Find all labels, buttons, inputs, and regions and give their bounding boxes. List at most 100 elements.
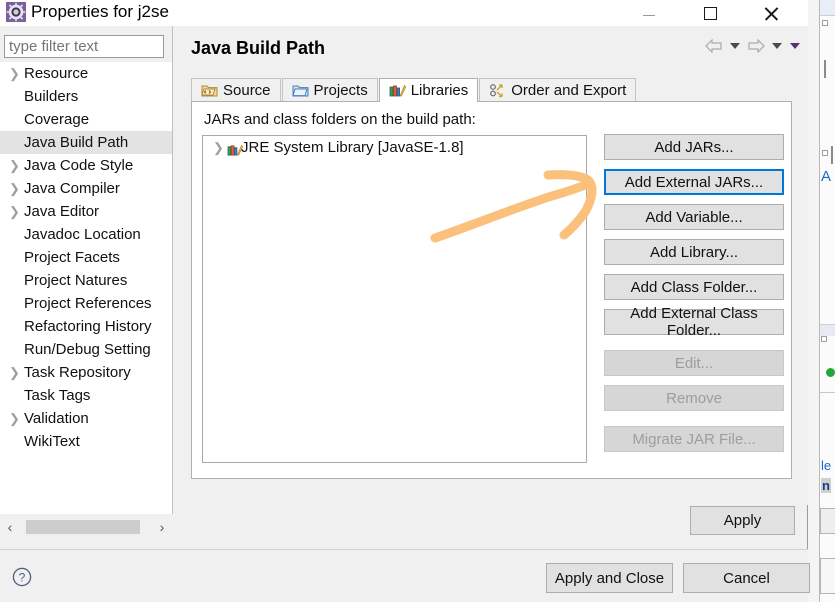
add-jars-button[interactable]: Add JARs... — [604, 134, 784, 160]
navigation-controls — [704, 36, 802, 56]
tab-order-and-export[interactable]: Order and Export — [479, 78, 637, 102]
panel-label: JARs and class folders on the build path… — [204, 111, 476, 128]
scroll-right-icon[interactable]: › — [152, 517, 172, 537]
scrollbar-thumb[interactable] — [26, 520, 140, 534]
background-bar-2 — [831, 146, 833, 164]
tab-source[interactable]: Source — [191, 78, 281, 102]
sidebar-item-label: Resource — [24, 65, 89, 82]
tab-label: Projects — [313, 82, 368, 99]
library-action-buttons: Add JARs... Add External JARs... Add Varia… — [604, 134, 784, 461]
view-menu-chevron-down-icon[interactable] — [788, 36, 802, 56]
background-status-dot-icon — [826, 368, 835, 377]
tab-libraries[interactable]: Libraries — [378, 78, 479, 102]
minimize-button[interactable] — [626, 0, 672, 26]
sidebar-horizontal-scrollbar[interactable]: ‹ › — [0, 517, 172, 537]
jre-library-icon — [227, 141, 243, 156]
dialog-footer: ? Apply and Close Cancel — [0, 550, 810, 602]
sidebar-item-project-facets[interactable]: Project Facets — [0, 246, 172, 269]
add-library-button[interactable]: Add Library... — [604, 239, 784, 265]
close-icon — [764, 6, 779, 21]
sidebar-item-label: Java Code Style — [24, 157, 134, 174]
back-history-chevron-down-icon[interactable] — [728, 36, 742, 56]
sidebar-item-refactoring-history[interactable]: Refactoring History — [0, 315, 172, 338]
build-path-list[interactable]: ❯ JRE System Library [JavaSE-1.8] — [202, 135, 587, 463]
background-view-header — [820, 324, 835, 336]
background-column-left — [808, 0, 820, 602]
sidebar-item-task-tags[interactable]: Task Tags — [0, 384, 172, 407]
sidebar-item-wikitext[interactable]: WikiText — [0, 430, 172, 453]
remove-button: Remove — [604, 385, 784, 411]
list-item[interactable]: ❯ JRE System Library [JavaSE-1.8] — [203, 136, 586, 160]
tab-label: Order and Export — [511, 82, 627, 99]
tab-projects[interactable]: Projects — [281, 78, 378, 102]
chevron-right-icon[interactable]: ❯ — [9, 177, 21, 200]
maximize-button[interactable] — [687, 0, 733, 26]
sidebar-item-builders[interactable]: Builders — [0, 85, 172, 108]
background-text-2: n — [821, 478, 831, 493]
sidebar-item-label: Java Build Path — [24, 134, 129, 151]
order-export-icon — [489, 83, 506, 98]
sidebar-item-label: Java Editor — [24, 203, 100, 220]
background-blue-text: A — [821, 168, 832, 185]
libraries-panel: JARs and class folders on the build path… — [191, 101, 792, 479]
add-variable-button[interactable]: Add Variable... — [604, 204, 784, 230]
help-question-icon[interactable]: ? — [12, 567, 32, 587]
apply-button[interactable]: Apply — [690, 506, 795, 535]
properties-dialog: Properties for j2se ❯ResourceBuildersCov… — [0, 0, 810, 602]
sidebar-item-label: Coverage — [24, 111, 90, 128]
sidebar-item-label: Task Repository — [24, 364, 131, 381]
sidebar-item-project-natures[interactable]: Project Natures — [0, 269, 172, 292]
sidebar-item-java-build-path[interactable]: Java Build Path — [0, 131, 172, 154]
sidebar-item-project-references[interactable]: Project References — [0, 292, 172, 315]
scrollbar-track[interactable] — [20, 520, 152, 534]
tab-label: Source — [223, 82, 271, 99]
main-content: Java Build Path Source Projects Librarie… — [173, 26, 808, 505]
cancel-button[interactable]: Cancel — [683, 563, 810, 593]
sidebar-item-java-compiler[interactable]: ❯ Java Compiler — [0, 177, 172, 200]
sidebar-item-label: Run/Debug Setting — [24, 341, 151, 358]
forward-history-chevron-down-icon[interactable] — [770, 36, 784, 56]
scroll-left-icon[interactable]: ‹ — [0, 517, 20, 537]
edit-button: Edit... — [604, 350, 784, 376]
add-external-class-folder-button[interactable]: Add External Class Folder... — [604, 305, 784, 339]
sidebar-item-java-code-style[interactable]: ❯ Java Code Style — [0, 154, 172, 177]
libraries-books-icon — [389, 83, 406, 98]
sidebar-item-label: Refactoring History — [24, 318, 152, 335]
sidebar-item-java-editor[interactable]: ❯ Java Editor — [0, 200, 172, 223]
add-class-folder-button[interactable]: Add Class Folder... — [604, 274, 784, 300]
close-button[interactable] — [748, 0, 794, 26]
add-external-jars-button[interactable]: Add External JARs... — [604, 169, 784, 195]
sidebar-item-coverage[interactable]: Coverage — [0, 108, 172, 131]
background-text-1: le — [821, 458, 832, 473]
sidebar-item-run-debug-setting[interactable]: Run/Debug Setting — [0, 338, 172, 361]
chevron-right-icon[interactable]: ❯ — [9, 407, 21, 430]
back-arrow-icon[interactable] — [704, 36, 724, 56]
dialog-title: Properties for j2se — [31, 2, 169, 21]
sidebar-item-label: Task Tags — [24, 387, 91, 404]
sidebar-item-label: Java Compiler — [24, 180, 120, 197]
chevron-right-icon[interactable]: ❯ — [213, 136, 225, 160]
tab-label: Libraries — [410, 82, 469, 99]
background-box-2 — [820, 558, 835, 594]
forward-arrow-icon[interactable] — [746, 36, 766, 56]
background-square-icon-3 — [821, 336, 827, 342]
properties-tree[interactable]: ❯ Resource Builders Coverage Java Build Path… — [0, 62, 172, 514]
chevron-right-icon[interactable]: ❯ — [9, 154, 21, 177]
sidebar-item-label: Builders — [24, 88, 79, 105]
background-divider — [820, 392, 835, 393]
chevron-right-icon[interactable]: ❯ — [9, 200, 21, 223]
dialog-title-bar: Properties for j2se — [0, 0, 808, 26]
background-ide-strip: A le n — [808, 0, 835, 602]
apply-row: Apply — [173, 495, 808, 545]
background-square-icon-2 — [822, 150, 828, 156]
sidebar-item-task-repository[interactable]: ❯ Task Repository — [0, 361, 172, 384]
build-path-tabs[interactable]: Source Projects Libraries Order and Export — [191, 78, 637, 102]
chevron-right-icon[interactable]: ❯ — [9, 361, 21, 384]
sidebar-item-label: Project Natures — [24, 272, 128, 289]
sidebar-item-validation[interactable]: ❯ Validation — [0, 407, 172, 430]
apply-and-close-button[interactable]: Apply and Close — [546, 563, 673, 593]
filter-input[interactable] — [4, 35, 164, 58]
sidebar-item-javadoc-location[interactable]: Javadoc Location — [0, 223, 172, 246]
chevron-right-icon[interactable]: ❯ — [9, 62, 21, 85]
sidebar-item-resource[interactable]: ❯ Resource — [0, 62, 172, 85]
